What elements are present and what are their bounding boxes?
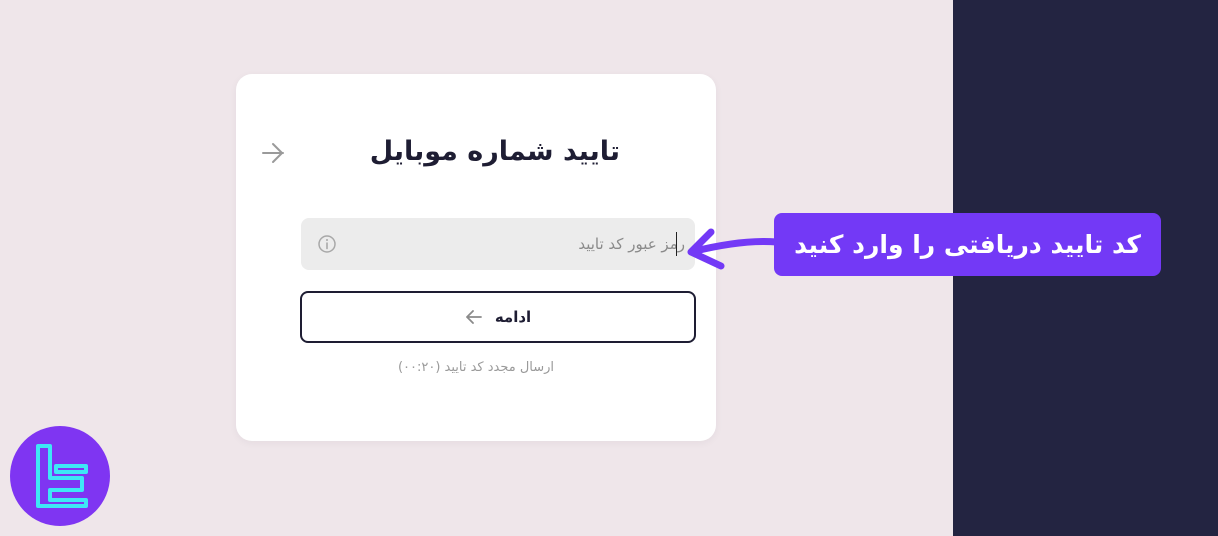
arrow-right-icon bbox=[262, 143, 284, 163]
continue-button-label: ادامه bbox=[494, 308, 532, 326]
arrow-left-icon bbox=[465, 310, 482, 324]
continue-button[interactable]: ادامه bbox=[300, 291, 696, 343]
verification-card: تایید شماره موبایل ادامه ارسال مجدد کد ت… bbox=[236, 74, 716, 441]
annotation-callout: کد تایید دریافتی را وارد کنید bbox=[774, 213, 1161, 276]
page-title: تایید شماره موبایل bbox=[369, 136, 620, 167]
annotation-text: کد تایید دریافتی را وارد کنید bbox=[794, 230, 1141, 259]
brand-logo bbox=[10, 426, 110, 526]
back-button[interactable] bbox=[260, 142, 286, 164]
brand-logo-icon bbox=[36, 444, 88, 508]
pointer-arrow-icon bbox=[687, 228, 779, 270]
resend-code-link[interactable]: ارسال مجدد کد تایید (۰۰:۲۰) bbox=[236, 360, 716, 375]
text-caret bbox=[675, 232, 677, 256]
verification-code-input[interactable] bbox=[345, 218, 685, 270]
verification-code-field[interactable] bbox=[301, 218, 695, 270]
info-icon[interactable] bbox=[317, 234, 337, 254]
